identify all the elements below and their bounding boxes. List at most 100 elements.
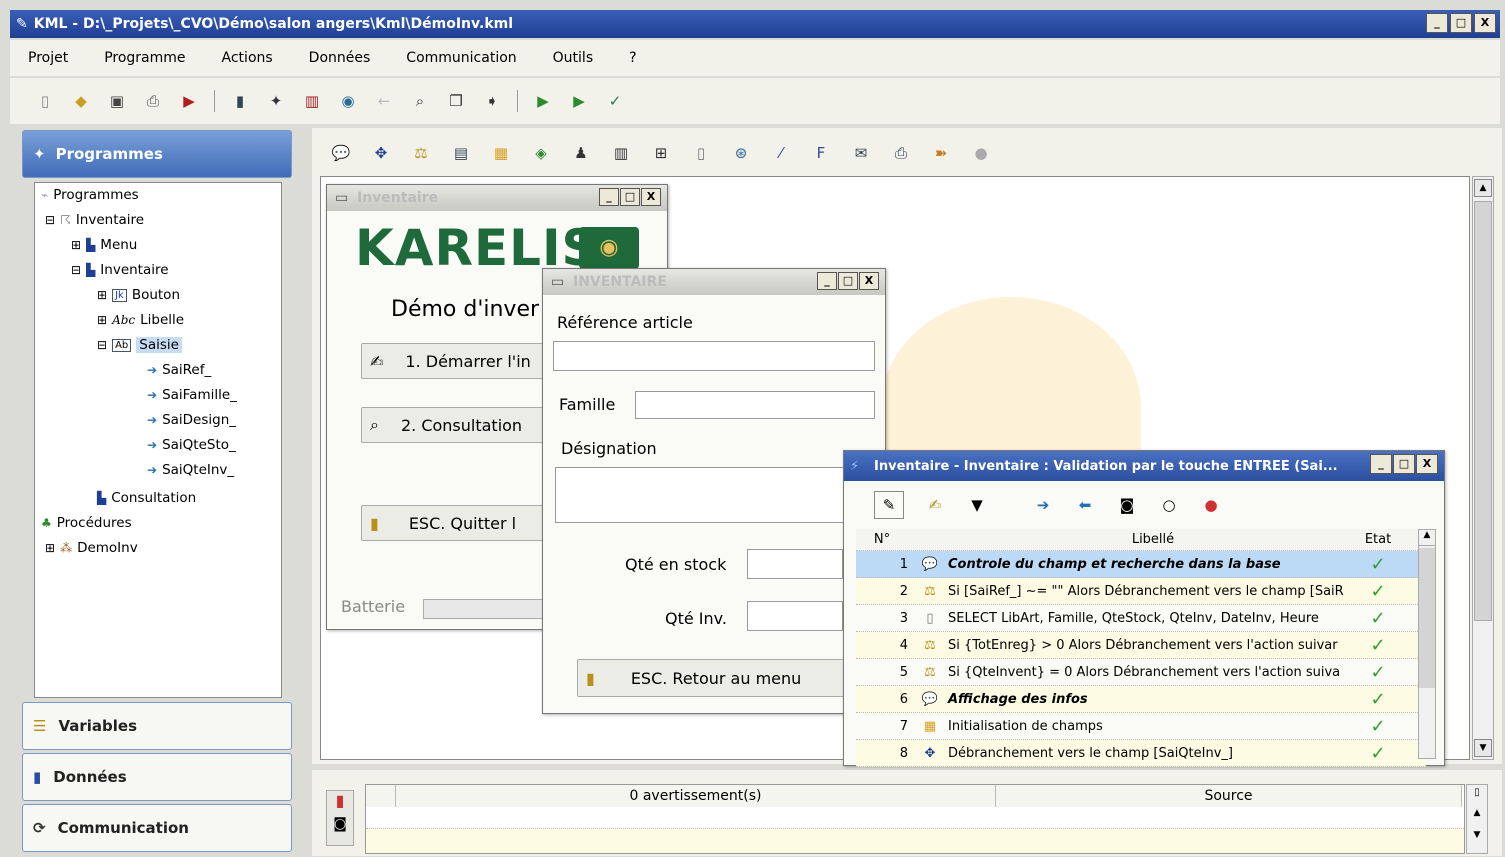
go-all-icon[interactable]: ▶ bbox=[568, 90, 590, 112]
minimize-button[interactable]: _ bbox=[599, 188, 619, 206]
export-icon[interactable]: ➧ bbox=[481, 90, 503, 112]
column-header-libelle[interactable]: Libellé bbox=[944, 532, 1358, 547]
column-header-n[interactable]: N° bbox=[856, 532, 916, 547]
warnings-scrollbar[interactable]: ▯ ▲ ▼ bbox=[1466, 784, 1488, 854]
transfer-icon[interactable]: ➽ bbox=[930, 142, 952, 164]
tree-node-demoinv[interactable]: ⊞ ⁂ DemoInv bbox=[45, 540, 138, 556]
edit-action-icon[interactable]: ✍ bbox=[924, 494, 946, 516]
tree-node-procedures[interactable]: ♣ Procédures bbox=[41, 515, 132, 531]
table-row[interactable]: 4 ⚖ Si {TotEnreg} > 0 Alors Débranchement … bbox=[856, 632, 1426, 659]
menu-donnees[interactable]: Données bbox=[291, 50, 389, 66]
move-left-icon[interactable]: ⬅ bbox=[1074, 494, 1096, 516]
scroll-down-icon[interactable]: ▼ bbox=[1474, 739, 1492, 757]
source-column-header[interactable]: Source bbox=[996, 785, 1462, 807]
minimize-button[interactable]: _ bbox=[817, 272, 837, 290]
return-menu-button[interactable]: ▮ ESC. Retour au menu bbox=[577, 659, 847, 697]
table-row[interactable]: 8 ✥ Débranchement vers le champ [SaiQteInv… bbox=[856, 740, 1426, 767]
tree-node-field[interactable]: ➔ SaiFamille_ bbox=[147, 387, 237, 403]
table-icon[interactable]: ▥ bbox=[610, 142, 632, 164]
quit-button[interactable]: ▮ ESC. Quitter l bbox=[361, 505, 551, 541]
tree-node-field[interactable]: ➔ SaiQteInv_ bbox=[147, 462, 234, 478]
condition-icon[interactable]: ⚖ bbox=[410, 142, 432, 164]
menu-programme[interactable]: Programme bbox=[86, 50, 203, 66]
canvas-scrollbar[interactable]: ▲ ▼ bbox=[1472, 176, 1494, 760]
save-icon[interactable]: ▣ bbox=[106, 90, 128, 112]
menu-actions[interactable]: Actions bbox=[204, 50, 291, 66]
variables-panel-header[interactable]: ☰ Variables bbox=[22, 702, 292, 750]
validation-window-title[interactable]: ⚡ Inventaire - Inventaire : Validation p… bbox=[844, 451, 1444, 481]
donnees-panel-header[interactable]: ▮ Données bbox=[22, 753, 292, 801]
init-fields-icon[interactable]: ▦ bbox=[490, 142, 512, 164]
consultation-button[interactable]: ⌕ 2. Consultation bbox=[361, 407, 551, 443]
tree-node-saisie[interactable]: ⊟ Ab Saisie bbox=[97, 337, 182, 353]
comment-icon[interactable]: 💬 bbox=[330, 142, 352, 164]
network-icon[interactable]: ⊛ bbox=[730, 142, 752, 164]
tree-node-menu[interactable]: ⊞ ▙ Menu bbox=[71, 237, 137, 253]
wand-icon[interactable]: ⁄ bbox=[770, 142, 792, 164]
maximize-button[interactable]: □ bbox=[620, 188, 640, 206]
maximize-button[interactable]: □ bbox=[1450, 13, 1472, 33]
menu-outils[interactable]: Outils bbox=[535, 50, 611, 66]
table-row[interactable]: 1 💬 Controle du champ et recherche dans la… bbox=[856, 551, 1426, 578]
ftp-icon[interactable]: F bbox=[810, 142, 832, 164]
grid-icon[interactable]: ⊞ bbox=[650, 142, 672, 164]
tree-node-field[interactable]: ➔ SaiDesign_ bbox=[147, 412, 236, 428]
close-button[interactable]: X bbox=[859, 272, 879, 290]
tree-node-libelle[interactable]: ⊞ Abc Libelle bbox=[97, 312, 184, 328]
close-button[interactable]: X bbox=[641, 188, 661, 206]
zoom-icon[interactable]: ⌕ bbox=[409, 90, 431, 112]
reference-input[interactable] bbox=[553, 341, 875, 371]
close-button[interactable]: X bbox=[1416, 454, 1438, 474]
program-icon[interactable]: ✦ bbox=[265, 90, 287, 112]
menu-projet[interactable]: Projet bbox=[10, 50, 86, 66]
user-icon[interactable]: ♟ bbox=[570, 142, 592, 164]
table-row[interactable]: 5 ⚖ Si {QteInvent} = 0 Alors Débranchement… bbox=[856, 659, 1426, 686]
tree-node-field[interactable]: ➔ SaiQteSto_ bbox=[147, 437, 236, 453]
communication-panel-header[interactable]: ⟳ Communication bbox=[22, 804, 292, 852]
scroll-up-icon[interactable]: ▲ bbox=[1474, 179, 1492, 197]
tree-node-programmes[interactable]: ⌁ Programmes bbox=[41, 187, 139, 203]
book-icon[interactable]: ▥ bbox=[301, 90, 323, 112]
new-file-icon[interactable]: ▯ bbox=[34, 90, 56, 112]
scroll-up-icon[interactable]: ▲ bbox=[1419, 530, 1435, 546]
device-icon[interactable]: ▮ bbox=[229, 90, 251, 112]
page-icon[interactable]: ▤ bbox=[450, 142, 472, 164]
column-header-etat[interactable]: Etat bbox=[1358, 532, 1398, 547]
tree-node-bouton[interactable]: ⊞ Jk Bouton bbox=[97, 287, 180, 303]
designation-input[interactable] bbox=[555, 467, 845, 523]
camera-icon[interactable]: ◙ bbox=[327, 816, 353, 832]
scroll-thumb[interactable] bbox=[1474, 201, 1492, 621]
wizard-icon[interactable]: ✎ bbox=[874, 491, 904, 519]
menu-communication[interactable]: Communication bbox=[388, 50, 534, 66]
tree-node-consultation[interactable]: ▙ Consultation bbox=[97, 490, 196, 506]
tree-node-inventaire[interactable]: ⊟ ☈ Inventaire bbox=[45, 212, 144, 228]
programmes-panel-header[interactable]: ✦ Programmes bbox=[22, 130, 292, 178]
table-row[interactable]: 7 ▦ Initialisation de champs ✓ bbox=[856, 713, 1426, 740]
loop-icon[interactable]: ○ bbox=[1158, 494, 1180, 516]
clear-icon[interactable]: ▯ bbox=[1467, 787, 1487, 798]
stop-icon[interactable]: ● bbox=[1200, 494, 1222, 516]
famille-input[interactable] bbox=[635, 391, 875, 419]
printer-icon[interactable]: ⎙ bbox=[890, 142, 912, 164]
tree-node-field[interactable]: ➔ SaiRef_ bbox=[147, 362, 211, 378]
qteinv-input[interactable] bbox=[747, 601, 843, 631]
open-folder-icon[interactable]: ◆ bbox=[70, 90, 92, 112]
table-row[interactable]: 3 ▯ SELECT LibArt, Famille, QteStock, QteI… bbox=[856, 605, 1426, 632]
inventaire-form-title[interactable]: ▭ INVENTAIRE _ □ X bbox=[543, 269, 885, 295]
menu-help[interactable]: ? bbox=[611, 50, 654, 66]
scroll-thumb[interactable] bbox=[1419, 548, 1435, 688]
table-scrollbar[interactable]: ▲ bbox=[1418, 529, 1436, 759]
scroll-down-icon[interactable]: ▼ bbox=[1467, 830, 1487, 840]
maximize-button[interactable]: □ bbox=[1393, 454, 1415, 474]
branch-icon[interactable]: ✥ bbox=[370, 142, 392, 164]
close-button[interactable]: X bbox=[1474, 13, 1496, 33]
status-circle-icon[interactable]: ● bbox=[970, 142, 992, 164]
check-chart-icon[interactable]: ✓ bbox=[604, 90, 626, 112]
start-inventory-button[interactable]: ✍ 1. Démarrer l'in bbox=[361, 343, 551, 379]
tree-node-inventaire-screen[interactable]: ⊟ ▙ Inventaire bbox=[71, 262, 169, 278]
camera-icon[interactable]: ◙ bbox=[1116, 494, 1138, 516]
table-row[interactable]: 6 💬 Affichage des infos ✓ bbox=[856, 686, 1426, 713]
mail-icon[interactable]: ✉ bbox=[850, 142, 872, 164]
maximize-button[interactable]: □ bbox=[838, 272, 858, 290]
exit-icon[interactable]: ▶ bbox=[178, 90, 200, 112]
